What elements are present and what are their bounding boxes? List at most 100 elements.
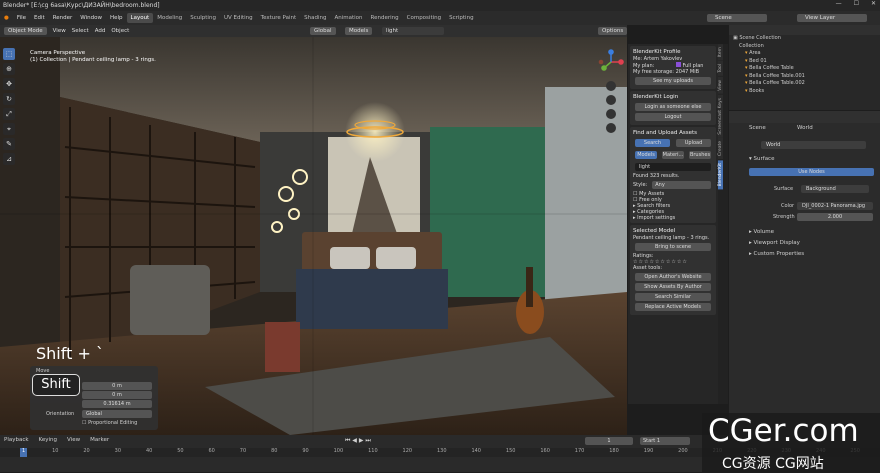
login-else-button[interactable]: Login as someone else <box>635 103 711 111</box>
style-dropdown[interactable]: Any <box>652 181 711 189</box>
blender-logo-icon[interactable]: ● <box>0 15 13 21</box>
outliner-row[interactable]: ▾ Bella Coffee Table.001 <box>729 73 880 81</box>
orientation-dropdown[interactable]: Global <box>82 410 152 418</box>
import-settings-label: Import settings <box>637 215 676 221</box>
select-tool-icon[interactable]: ⬚ <box>3 48 15 60</box>
move-tool-icon[interactable]: ✥ <box>3 78 15 90</box>
blenderkit-search-input[interactable]: light <box>382 27 444 35</box>
timeline-keying[interactable]: Keying <box>39 437 57 443</box>
menu-file[interactable]: File <box>13 15 30 21</box>
author-website-button[interactable]: Open Author's Website <box>635 273 711 281</box>
menu-window[interactable]: Window <box>76 15 106 21</box>
tab-modeling[interactable]: Modeling <box>153 13 186 23</box>
tab-uv-editing[interactable]: UV Editing <box>220 13 257 23</box>
outliner-row[interactable]: ▾ Area <box>729 50 880 58</box>
use-nodes-button[interactable]: Use Nodes <box>749 168 874 176</box>
upload-tab[interactable]: Upload <box>676 139 711 147</box>
scene-collection-label: Scene Collection <box>739 35 781 41</box>
logout-button[interactable]: Logout <box>635 113 711 121</box>
outliner-row[interactable]: ▾ Bella Coffee Table.002 <box>729 80 880 88</box>
watermark-brand: CGer.com <box>708 413 859 449</box>
menu-edit[interactable]: Edit <box>30 15 49 21</box>
outliner-row[interactable]: Collection <box>729 43 880 51</box>
materials-tab[interactable]: Materi... <box>662 151 684 159</box>
surface-dropdown[interactable]: Background <box>801 185 869 193</box>
asset-search-input[interactable]: light <box>635 163 711 171</box>
tab-compositing[interactable]: Compositing <box>403 13 445 23</box>
import-settings-toggle[interactable]: ▸ Import settings <box>633 215 713 221</box>
start-frame-field[interactable]: Start 1 <box>640 437 690 445</box>
navigation-gizmo[interactable] <box>597 48 625 158</box>
tab-rendering[interactable]: Rendering <box>367 13 403 23</box>
strength-field[interactable]: 2.000 <box>797 213 873 221</box>
volume-panel-toggle[interactable]: ▸ Volume <box>749 229 774 235</box>
tab-sculpting[interactable]: Sculpting <box>186 13 220 23</box>
custom-properties-toggle[interactable]: ▸ Custom Properties <box>749 251 804 257</box>
timeline-marker[interactable]: Marker <box>90 437 109 443</box>
assets-by-author-button[interactable]: Show Assets By Author <box>635 283 711 291</box>
move-x-field[interactable]: 0 m <box>82 382 152 390</box>
move-z-field[interactable]: 0.31614 m <box>82 400 152 408</box>
models-tab[interactable]: Models <box>635 151 657 159</box>
timeline-view[interactable]: View <box>67 437 80 443</box>
view-layer-selector[interactable]: View Layer <box>797 14 867 22</box>
color-texture-dropdown[interactable]: DJI_0002-1 Panorama.jpg <box>797 202 873 210</box>
asset-tools-label: Asset tools: <box>633 265 663 271</box>
replace-models-button[interactable]: Replace Active Models <box>635 303 711 311</box>
tab-layout[interactable]: Layout <box>126 13 154 23</box>
find-title: Find and Upload Assets <box>633 130 698 136</box>
bring-to-scene-button[interactable]: Bring to scene <box>635 243 711 251</box>
viewport-display-toggle[interactable]: ▸ Viewport Display <box>749 240 800 246</box>
see-uploads-button[interactable]: See my uploads <box>635 77 711 85</box>
menu-render[interactable]: Render <box>49 15 77 21</box>
menu-help[interactable]: Help <box>106 15 127 21</box>
menu-object[interactable]: Object <box>111 28 129 34</box>
tab-blenderkit[interactable]: BlenderKit <box>718 160 723 190</box>
tab-view[interactable]: View <box>718 77 723 94</box>
outliner-scene-collection[interactable]: ▣ Scene Collection <box>729 35 880 43</box>
cursor-tool-icon[interactable]: ⊕ <box>3 63 15 75</box>
login-section: BlenderKit Login Login as someone else L… <box>630 91 716 125</box>
surface-panel-toggle[interactable]: ▾ Surface <box>749 156 774 162</box>
tab-screencast-keys[interactable]: Screencast Keys <box>718 94 723 138</box>
transform-tool-icon[interactable]: ⌖ <box>3 123 15 135</box>
menu-add[interactable]: Add <box>95 28 106 34</box>
scale-tool-icon[interactable]: ⤢ <box>3 108 15 120</box>
outliner-row[interactable]: ▾ Bella Coffee Table <box>729 65 880 73</box>
viewport-active-object: (1) Collection | Pendant ceiling lamp - … <box>30 57 156 63</box>
outliner-row[interactable]: ▾ Books <box>729 88 880 96</box>
tab-tool[interactable]: Tool <box>718 61 723 76</box>
search-tab[interactable]: Search <box>635 139 670 147</box>
blenderkit-models-dropdown[interactable]: Models <box>345 27 373 35</box>
tab-create[interactable]: Create <box>718 138 723 160</box>
annotate-tool-icon[interactable]: ✎ <box>3 138 15 150</box>
menu-select[interactable]: Select <box>72 28 89 34</box>
transform-orientation-dropdown[interactable]: Global <box>310 27 336 35</box>
options-dropdown[interactable]: Options <box>598 27 628 35</box>
selected-title: Selected Model <box>633 228 676 234</box>
close-icon[interactable]: ✕ <box>871 0 876 7</box>
world-selector[interactable]: World <box>761 141 866 149</box>
tab-scripting[interactable]: Scripting <box>445 13 477 23</box>
current-frame-field[interactable]: 1 <box>585 437 633 445</box>
scene-selector[interactable]: Scene <box>707 14 767 22</box>
tab-animation[interactable]: Animation <box>330 13 366 23</box>
menu-view[interactable]: View <box>53 28 66 34</box>
timeline-playback[interactable]: Playback <box>4 437 29 443</box>
tab-item[interactable]: Item <box>718 44 723 61</box>
maximize-icon[interactable]: ☐ <box>854 0 859 7</box>
object-mode-dropdown[interactable]: Object Mode <box>4 27 47 35</box>
search-similar-button[interactable]: Search Similar <box>635 293 711 301</box>
playback-controls[interactable]: ⏮ ◀ ▶ ⏭ <box>345 437 371 445</box>
measure-tool-icon[interactable]: ⊿ <box>3 153 15 165</box>
ruler-tick: 140 <box>471 448 481 454</box>
minimize-icon[interactable]: — <box>836 0 842 7</box>
move-y-field[interactable]: 0 m <box>82 391 152 399</box>
rotate-tool-icon[interactable]: ↻ <box>3 93 15 105</box>
tab-shading[interactable]: Shading <box>300 13 330 23</box>
tab-texture-paint[interactable]: Texture Paint <box>257 13 301 23</box>
outliner-row[interactable]: ▾ Bed 01 <box>729 58 880 66</box>
brushes-tab[interactable]: Brushes <box>689 151 711 159</box>
outliner-header <box>729 25 880 35</box>
proportional-editing-checkbox[interactable]: ☐ Proportional Editing <box>82 420 137 426</box>
